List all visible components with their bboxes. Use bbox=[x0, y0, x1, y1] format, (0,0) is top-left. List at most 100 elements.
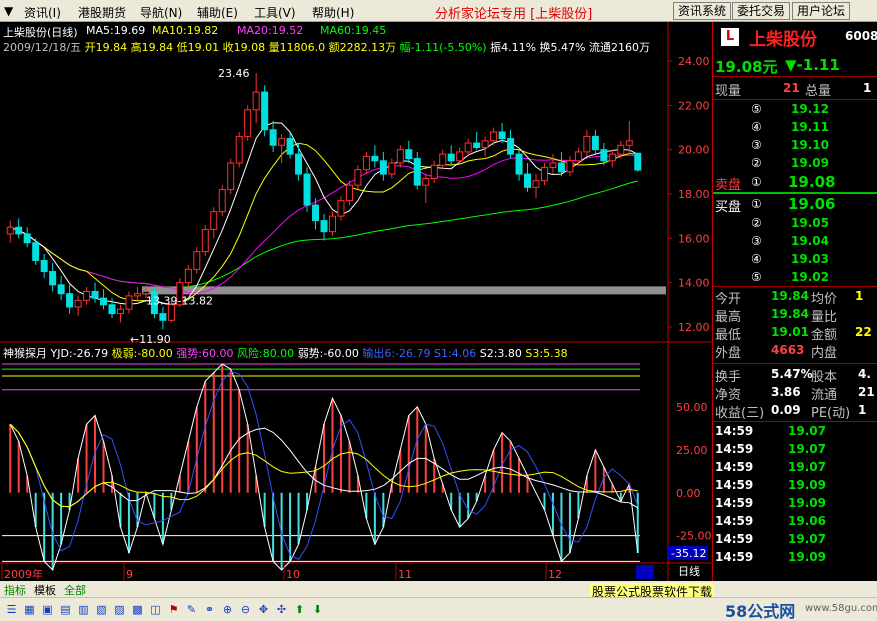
candle-body bbox=[540, 166, 548, 182]
tab-indicator[interactable]: 指标 bbox=[4, 582, 26, 598]
menu-info[interactable]: 资讯(I) bbox=[24, 4, 61, 21]
fin-value: 4. bbox=[858, 367, 871, 381]
candle-body bbox=[354, 169, 362, 186]
tick-time: 14:59 bbox=[715, 496, 754, 510]
ask-level: ② bbox=[751, 156, 762, 170]
bid-price: 19.05 bbox=[791, 216, 829, 230]
divider bbox=[713, 286, 877, 287]
candle-body bbox=[312, 204, 320, 222]
formula-icon[interactable]: ✎ bbox=[184, 602, 199, 617]
zoom-out-icon[interactable]: ⊖ bbox=[238, 602, 253, 617]
candle-body bbox=[608, 153, 616, 162]
candle-body bbox=[218, 189, 226, 213]
kline-chart[interactable]: 24.00 22.00 20.00 18.00 16.00 14.00 12.00 50.00… bbox=[0, 22, 712, 582]
candle-body bbox=[413, 158, 421, 186]
bid-level: ② bbox=[751, 216, 762, 230]
tick-price: 19.07 bbox=[788, 424, 826, 438]
bottom-tab-bar: 指标 模板 全部 bbox=[0, 581, 877, 597]
arrow-up-icon[interactable]: ⬆ bbox=[292, 602, 307, 617]
menu-assist[interactable]: 辅助(E) bbox=[197, 4, 238, 21]
fin-label: 流通 bbox=[811, 388, 838, 403]
candle-body bbox=[286, 138, 294, 155]
move-icon[interactable]: ✥ bbox=[256, 602, 271, 617]
menu-hk-futures[interactable]: 港股期货 bbox=[78, 4, 126, 21]
candle-body bbox=[388, 162, 396, 175]
tick-time: 14:59 bbox=[715, 478, 754, 492]
range-annotation: 13.39-13.82 bbox=[146, 294, 213, 307]
flag-icon[interactable]: ⚑ bbox=[166, 602, 181, 617]
tick-time: 14:59 bbox=[715, 460, 754, 474]
candle-body bbox=[634, 152, 642, 171]
menu-help[interactable]: 帮助(H) bbox=[312, 4, 354, 21]
table-icon[interactable]: ▩ bbox=[130, 602, 145, 617]
report-icon[interactable]: ◫ bbox=[148, 602, 163, 617]
grid-icon[interactable]: ▦ bbox=[22, 602, 37, 617]
stat-value: 4663 bbox=[771, 343, 805, 357]
divider bbox=[713, 99, 877, 100]
candle-body bbox=[244, 109, 252, 137]
divider bbox=[713, 363, 877, 364]
user-forum-button[interactable]: 用户论坛 bbox=[792, 2, 851, 20]
indicator-axis-label: 0.00 bbox=[676, 487, 701, 500]
candle-body bbox=[133, 293, 141, 297]
stat-label: 最高 bbox=[715, 310, 742, 325]
candle-body bbox=[362, 155, 370, 171]
candle-body bbox=[439, 153, 447, 166]
tick-time: 14:59 bbox=[715, 442, 754, 456]
candle-body bbox=[549, 162, 557, 168]
quote-stock-name: 上柴股份 bbox=[749, 30, 817, 50]
candle-body bbox=[600, 149, 608, 162]
info-system-button[interactable]: 资讯系统 bbox=[673, 2, 732, 20]
candle-body bbox=[507, 138, 515, 155]
candle-body bbox=[405, 149, 413, 160]
tick-time: 14:59 bbox=[715, 532, 754, 546]
fin-value: 5.47% bbox=[771, 367, 813, 381]
menu-navigate[interactable]: 导航(N) bbox=[140, 4, 182, 21]
zoom-in-icon[interactable]: ⊕ bbox=[220, 602, 235, 617]
site-logo: 58公式网 bbox=[725, 602, 796, 621]
candle-body bbox=[227, 162, 235, 191]
candle-body bbox=[328, 215, 336, 233]
tick-icon[interactable]: ▧ bbox=[94, 602, 109, 617]
stat-value: 19.84 bbox=[771, 307, 809, 321]
candle-body bbox=[490, 131, 498, 142]
detail-icon[interactable]: ▨ bbox=[112, 602, 127, 617]
sell-label: 卖盘 bbox=[715, 178, 742, 193]
list-icon[interactable]: ☰ bbox=[4, 602, 19, 617]
stat-label: 金额 bbox=[811, 328, 838, 343]
candle-body bbox=[278, 138, 286, 146]
minute-chart-icon[interactable]: ▥ bbox=[76, 602, 91, 617]
chart-icon[interactable]: ▤ bbox=[58, 602, 73, 617]
trade-button[interactable]: 委托交易 bbox=[732, 2, 791, 20]
candle-body bbox=[66, 293, 74, 308]
menu-tools[interactable]: 工具(V) bbox=[254, 4, 296, 21]
arrow-down-icon[interactable]: ⬇ bbox=[310, 602, 325, 617]
scroll-icon[interactable]: ✣ bbox=[274, 602, 289, 617]
candle-body bbox=[456, 151, 464, 162]
candle-body bbox=[498, 131, 506, 140]
link-icon[interactable]: ⚭ bbox=[202, 602, 217, 617]
site-url: www.58gu.com bbox=[805, 603, 877, 614]
window-icon[interactable]: ▣ bbox=[40, 602, 55, 617]
quote-price: 19.08元 bbox=[715, 58, 778, 76]
tick-price: 19.09 bbox=[788, 478, 826, 492]
candle-body bbox=[447, 153, 455, 162]
candle-body bbox=[40, 259, 48, 273]
candle-body bbox=[252, 91, 260, 111]
tick-price: 19.09 bbox=[788, 496, 826, 510]
candle-body bbox=[261, 91, 269, 131]
bid-level: ④ bbox=[751, 252, 762, 266]
indicator-axis-label: -25.00 bbox=[676, 530, 711, 543]
current-volume-label: 现量 bbox=[715, 84, 742, 99]
forum-brand-title: 分析家论坛专用 [上柴股份] bbox=[435, 7, 593, 22]
stat-value: 19.84 bbox=[771, 289, 809, 303]
sell1-price: 19.08 bbox=[788, 173, 836, 191]
candle-body bbox=[481, 140, 489, 148]
time-axis-label: 9 bbox=[126, 568, 133, 581]
stat-label: 今开 bbox=[715, 292, 742, 307]
tab-all[interactable]: 全部 bbox=[64, 582, 86, 598]
tab-template[interactable]: 模板 bbox=[34, 582, 56, 598]
stat-label: 外盘 bbox=[715, 346, 742, 361]
menu-dropdown-icon[interactable]: ▼ bbox=[4, 4, 13, 18]
time-axis-label: 10 bbox=[286, 568, 300, 581]
